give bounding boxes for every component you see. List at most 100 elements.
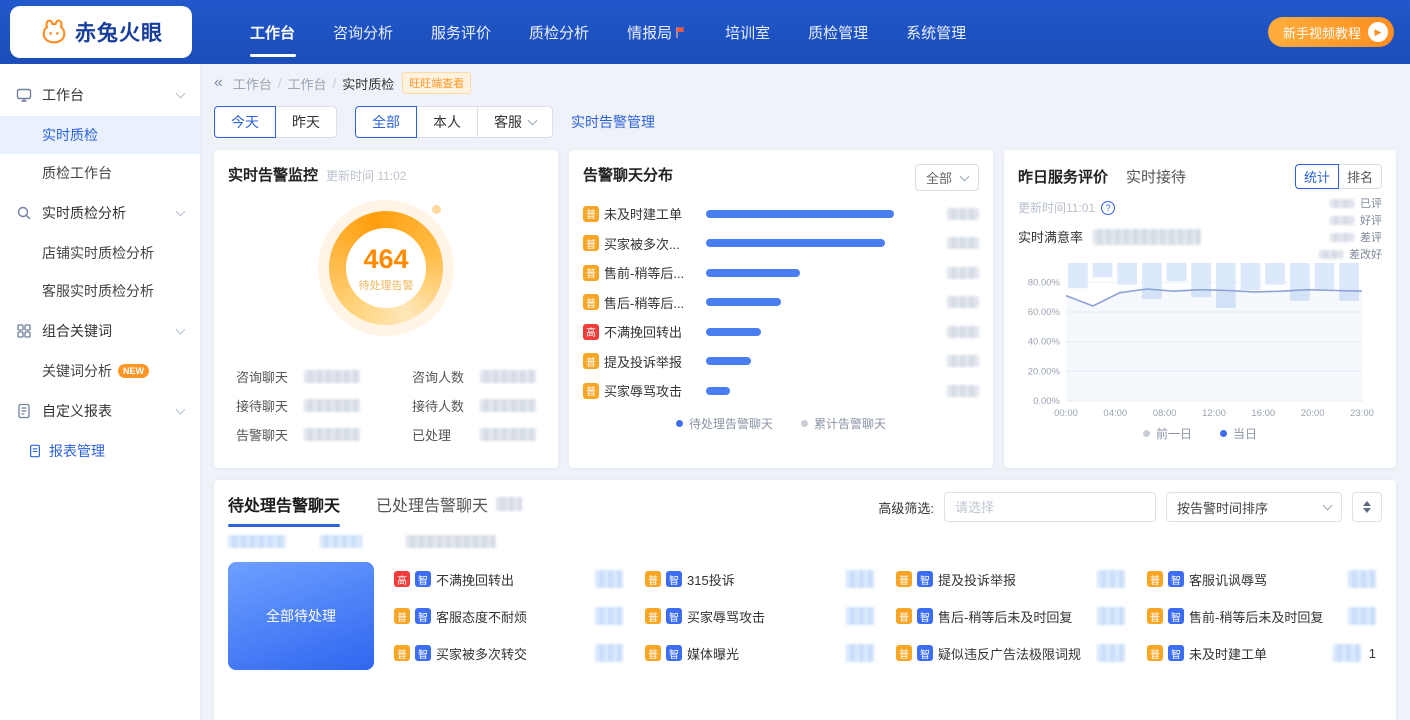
- legend-item-累计告警聊天[interactable]: 累计告警聊天: [801, 415, 886, 432]
- alert-category-买家辱骂攻击[interactable]: 普智买家辱骂攻击: [639, 599, 880, 633]
- realtime-analysis-icon: [16, 205, 33, 222]
- nav-item-咨询分析[interactable]: 咨询分析: [333, 0, 393, 64]
- distribution-row[interactable]: 普买家被多次...: [583, 234, 979, 253]
- distribution-filter-select[interactable]: 全部: [915, 164, 979, 191]
- distribution-row[interactable]: 普提及投诉举报: [583, 352, 979, 371]
- sidebar-collapse-icon[interactable]: «: [214, 74, 223, 92]
- monitor-update-time: 更新时间 11:02: [326, 167, 406, 184]
- sidebar-section-label: 实时质检分析: [42, 203, 177, 223]
- keyword-icon: [16, 323, 33, 340]
- redacted-value: [480, 370, 536, 383]
- date-filter-今天[interactable]: 今天: [214, 106, 276, 138]
- tab-realtime-reception[interactable]: 实时接待: [1126, 166, 1186, 187]
- sidebar-section-组合关键词[interactable]: 组合关键词: [0, 310, 200, 352]
- alert-category-买家被多次转交[interactable]: 普智买家被多次转交: [388, 636, 629, 670]
- chevron-down-icon: [176, 324, 186, 334]
- sidebar-item-客服实时质检分析[interactable]: 客服实时质检分析: [0, 272, 200, 310]
- nav-item-质检管理[interactable]: 质检管理: [808, 0, 868, 64]
- alert-category-售后-稍等后未及时回复[interactable]: 普智售后-稍等后未及时回复: [890, 599, 1131, 633]
- legend-label: 待处理告警聊天: [689, 415, 773, 432]
- advanced-filter-input[interactable]: [944, 492, 1156, 522]
- monitor-stat-label: 告警聊天: [236, 425, 294, 444]
- date-filter-group: 今天昨天: [214, 106, 337, 138]
- distribution-row[interactable]: 普未及时建工单: [583, 204, 979, 223]
- nav-item-服务评价[interactable]: 服务评价: [431, 0, 491, 64]
- alert-manage-link[interactable]: 实时告警管理: [571, 112, 655, 132]
- sidebar-item-店铺实时质检分析[interactable]: 店铺实时质检分析: [0, 234, 200, 272]
- distribution-bar: [706, 328, 761, 336]
- wangwang-view-tag[interactable]: 旺旺端查看: [402, 72, 471, 94]
- toggle-排名[interactable]: 排名: [1338, 164, 1382, 189]
- distribution-bar: [706, 269, 800, 277]
- help-icon[interactable]: ?: [1101, 201, 1115, 215]
- sort-order-select[interactable]: 按告警时间排序: [1166, 492, 1342, 522]
- sidebar-item-质检工作台[interactable]: 质检工作台: [0, 154, 200, 192]
- toggle-统计[interactable]: 统计: [1295, 164, 1339, 189]
- breadcrumb-item[interactable]: 工作台: [288, 74, 327, 93]
- svg-text:20:00: 20:00: [1301, 408, 1325, 419]
- scope-filter-客服[interactable]: 客服: [477, 106, 553, 138]
- legend-item-待处理告警聊天[interactable]: 待处理告警聊天: [676, 415, 773, 432]
- tab-待处理告警聊天[interactable]: 待处理告警聊天: [228, 492, 340, 527]
- alert-chat-list-card: 待处理告警聊天已处理告警聊天 高级筛选: 按告警时间排序 全部待处理 高智: [214, 480, 1396, 720]
- nav-item-label: 质检分析: [529, 22, 589, 43]
- distribution-row[interactable]: 普售后-稍等后...: [583, 293, 979, 312]
- alert-category-label: 疑似违反广告法极限词规: [938, 644, 1081, 663]
- sidebar-item-报表管理[interactable]: 报表管理: [0, 432, 200, 470]
- sidebar: 工作台实时质检质检工作台实时质检分析店铺实时质检分析客服实时质检分析组合关键词关…: [0, 64, 200, 720]
- nav-item-系统管理[interactable]: 系统管理: [906, 0, 966, 64]
- evaluation-card-title[interactable]: 昨日服务评价: [1018, 166, 1108, 187]
- alert-category-客服态度不耐烦[interactable]: 普智客服态度不耐烦: [388, 599, 629, 633]
- yesterday-service-evaluation-card: 昨日服务评价 实时接待 统计排名 更新时间11:01 ? 实时满意率 已评好评差…: [1004, 150, 1396, 468]
- legend-item-当日[interactable]: 当日: [1220, 425, 1257, 442]
- alert-category-提及投诉举报[interactable]: 普智提及投诉举报: [890, 562, 1131, 596]
- all-pending-button[interactable]: 全部待处理: [228, 562, 374, 670]
- nav-item-工作台[interactable]: 工作台: [250, 0, 295, 64]
- monitor-stat-row: 已处理: [412, 425, 536, 444]
- sort-direction-button[interactable]: [1352, 492, 1382, 522]
- nav-item-label: 服务评价: [431, 22, 491, 43]
- legend-item-前一日[interactable]: 前一日: [1143, 425, 1192, 442]
- alert-category-label: 提及投诉举报: [938, 570, 1016, 589]
- nav-item-质检分析[interactable]: 质检分析: [529, 0, 589, 64]
- distribution-row[interactable]: 普买家辱骂攻击: [583, 381, 979, 400]
- legend-label: 前一日: [1156, 425, 1192, 442]
- redacted-value: [1330, 199, 1354, 208]
- nav-item-label: 系统管理: [906, 22, 966, 43]
- alert-category-label: 买家被多次转交: [436, 644, 527, 663]
- breadcrumb-item[interactable]: 工作台: [233, 74, 272, 93]
- alert-category-客服讥讽辱骂[interactable]: 普智客服讥讽辱骂: [1141, 562, 1382, 596]
- sidebar-section-工作台[interactable]: 工作台: [0, 74, 200, 116]
- redacted-chip: [228, 535, 286, 548]
- alert-category-不满挽回转出[interactable]: 高智不满挽回转出: [388, 562, 629, 596]
- date-filter-昨天[interactable]: 昨天: [275, 106, 337, 138]
- alert-category-售前-稍等后未及时回复[interactable]: 普智售前-稍等后未及时回复: [1141, 599, 1382, 633]
- logo[interactable]: 赤兔火眼: [10, 6, 192, 58]
- tutorial-button[interactable]: 新手视频教程 ▶: [1268, 17, 1394, 47]
- smart-badge: 智: [415, 608, 431, 624]
- distribution-row[interactable]: 高不满挽回转出: [583, 322, 979, 341]
- nav-item-培训室[interactable]: 培训室: [725, 0, 770, 64]
- alert-category-value: [840, 607, 874, 625]
- alert-category-label: 未及时建工单: [1189, 644, 1267, 663]
- scope-filter-本人[interactable]: 本人: [416, 106, 478, 138]
- scope-filter-全部[interactable]: 全部: [355, 106, 417, 138]
- svg-text:23:00: 23:00: [1350, 408, 1374, 419]
- sidebar-item-实时质检[interactable]: 实时质检: [0, 116, 200, 154]
- nav-item-情报局[interactable]: 情报局: [627, 0, 687, 64]
- alert-category-315投诉[interactable]: 普智315投诉: [639, 562, 880, 596]
- legend-label: 当日: [1233, 425, 1257, 442]
- scope-filter-label: 本人: [433, 112, 461, 132]
- alert-category-未及时建工单[interactable]: 普智未及时建工单1: [1141, 636, 1382, 670]
- sort-order-value: 按告警时间排序: [1177, 498, 1268, 517]
- sidebar-section-实时质检分析[interactable]: 实时质检分析: [0, 192, 200, 234]
- alert-category-媒体曝光[interactable]: 普智媒体曝光: [639, 636, 880, 670]
- new-badge: NEW: [118, 364, 149, 378]
- sidebar-section-自定义报表[interactable]: 自定义报表: [0, 390, 200, 432]
- distribution-bar: [706, 210, 894, 218]
- tab-已处理告警聊天[interactable]: 已处理告警聊天: [376, 492, 522, 527]
- alert-category-疑似违反广告法极限词规[interactable]: 普智疑似违反广告法极限词规: [890, 636, 1131, 670]
- distribution-row[interactable]: 普售前-稍等后...: [583, 263, 979, 282]
- monitor-stat-label: 咨询人数: [412, 367, 470, 386]
- sidebar-item-关键词分析[interactable]: 关键词分析NEW: [0, 352, 200, 390]
